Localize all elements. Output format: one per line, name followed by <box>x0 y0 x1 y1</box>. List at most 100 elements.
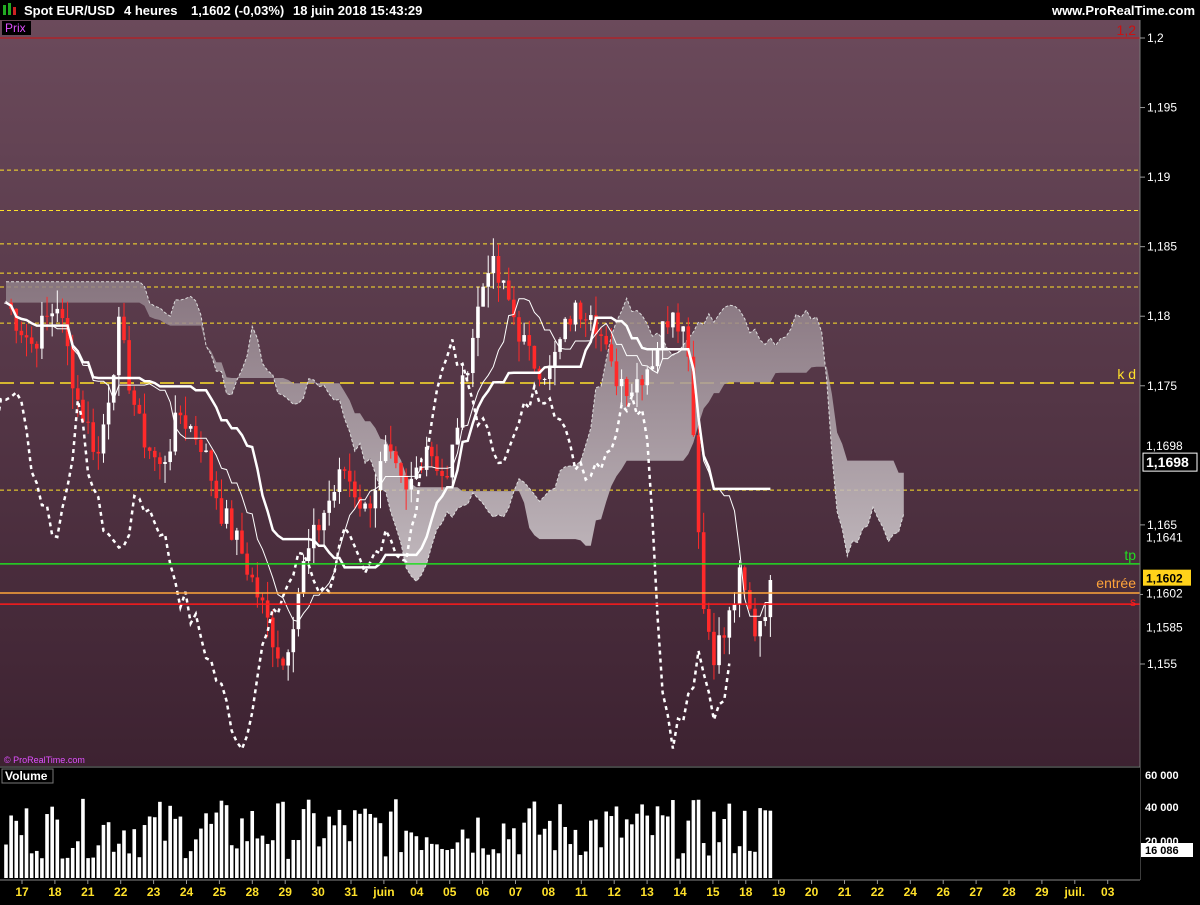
candle-body <box>460 375 465 428</box>
candle-body <box>40 315 44 349</box>
header-bar <box>0 0 1200 20</box>
volume-bar <box>158 801 162 878</box>
candle-body <box>96 451 101 454</box>
volume-bar <box>645 815 650 878</box>
volume-bar <box>517 854 521 878</box>
candle-body <box>753 608 757 637</box>
candle-body <box>291 629 296 653</box>
candle-body <box>270 617 275 648</box>
volume-bar <box>209 823 213 878</box>
price-tick-label: 1,19 <box>1147 170 1171 184</box>
volume-bar <box>676 858 680 878</box>
candle-body <box>701 532 706 610</box>
candle-body <box>486 273 491 287</box>
candle-body <box>127 340 131 391</box>
volume-bar <box>558 804 562 878</box>
price-panel[interactable] <box>0 20 1140 766</box>
price-tick-label: 1,2 <box>1147 31 1164 45</box>
volume-bar <box>742 810 747 878</box>
volume-bar <box>537 834 542 878</box>
candle-body <box>101 424 106 454</box>
candle-body <box>132 390 137 405</box>
date-tick-label: 22 <box>871 885 885 899</box>
date-tick-label: 27 <box>969 885 983 899</box>
volume-bar <box>501 823 506 878</box>
volume-bar <box>122 830 126 878</box>
volume-bar <box>435 844 439 878</box>
volume-bar <box>301 809 306 878</box>
date-tick-label: 23 <box>147 885 161 899</box>
volume-bar <box>737 846 742 878</box>
candle-body <box>317 524 321 531</box>
volume-bar <box>378 823 383 878</box>
candle-body <box>604 335 609 345</box>
volume-bar <box>573 829 578 878</box>
volume-bar <box>281 801 285 878</box>
signal-bar-icon <box>13 7 16 15</box>
volume-bar <box>81 798 85 878</box>
candle-body <box>553 351 557 366</box>
volume-bar <box>527 808 532 878</box>
candle-body <box>55 308 60 314</box>
volume-bar <box>604 811 609 878</box>
volume-bar <box>445 850 449 878</box>
candle-body <box>614 361 619 387</box>
candle-body <box>373 490 378 509</box>
date-tick-label: 24 <box>180 885 194 899</box>
volume-bar <box>291 839 296 878</box>
volume-bar <box>650 835 655 878</box>
candle-body <box>471 337 475 374</box>
volume-bar <box>173 818 178 878</box>
volume-bar <box>619 837 624 878</box>
kd-label: k d <box>1117 366 1136 382</box>
candle-body <box>707 609 711 632</box>
date-tick-label: 24 <box>904 885 918 899</box>
volume-bar <box>70 847 75 878</box>
volume-bar <box>9 815 13 878</box>
volume-bar <box>117 843 121 878</box>
volume-bar <box>419 850 424 878</box>
volume-bar <box>671 800 675 878</box>
volume-bar <box>29 853 34 878</box>
candle-body <box>445 475 449 478</box>
volume-bar <box>686 820 691 878</box>
volume-bar <box>24 808 29 878</box>
candle-body <box>142 413 147 448</box>
candle-body <box>219 498 224 524</box>
volume-bar <box>265 843 270 878</box>
volume-bar <box>758 808 762 878</box>
symbol-label: Spot EUR/USD <box>24 3 115 18</box>
date-tick-label: 18 <box>739 885 753 899</box>
volume-bar <box>353 810 357 878</box>
candle-body <box>645 369 650 386</box>
volume-bar <box>368 813 373 878</box>
volume-bar <box>481 848 485 878</box>
volume-bar <box>547 820 552 878</box>
candle-body <box>671 312 675 328</box>
volume-bar <box>722 819 726 878</box>
candle-body <box>476 306 480 338</box>
date-tick-label: 21 <box>81 885 95 899</box>
volume-bar <box>660 815 665 878</box>
volume-bar <box>440 848 444 878</box>
candle-body <box>204 450 208 453</box>
chart-window: Spot EUR/USD 4 heures 1,1602 (-0,03%) 18… <box>0 0 1200 900</box>
date-tick-label: 28 <box>1002 885 1016 899</box>
signal-bar-icon <box>3 5 6 15</box>
volume-bar <box>76 841 80 878</box>
volume-bar <box>399 852 403 878</box>
volume-bar <box>127 853 131 878</box>
volume-bar <box>19 835 24 878</box>
candle-body <box>178 412 183 416</box>
candle-body <box>578 302 583 320</box>
volume-bar <box>712 811 716 878</box>
candle-body <box>45 315 49 317</box>
volume-bar <box>204 813 208 878</box>
candle-body <box>147 447 152 451</box>
candle-body <box>117 316 121 376</box>
date-tick-label: 30 <box>311 885 325 899</box>
date-tick-label: 11 <box>575 885 588 899</box>
candle-body <box>455 427 460 445</box>
trading-chart[interactable]: Spot EUR/USD 4 heures 1,1602 (-0,03%) 18… <box>0 0 1200 900</box>
date-tick-label: 31 <box>344 885 358 899</box>
